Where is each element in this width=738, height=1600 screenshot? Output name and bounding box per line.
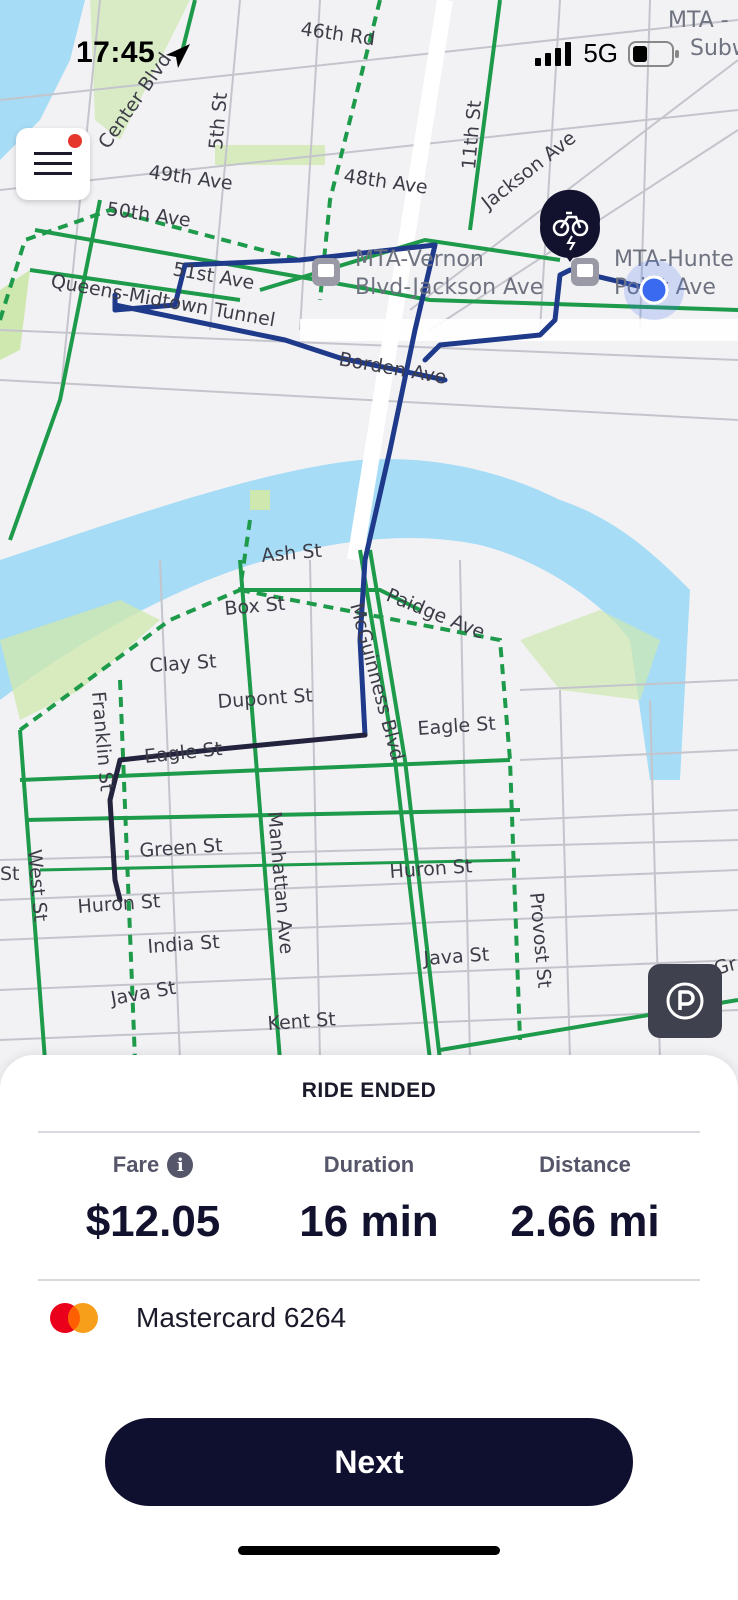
- poi-label: MTA-Vernon: [355, 247, 484, 272]
- distance-stat: Distance 2.66 mi: [485, 1151, 685, 1247]
- battery-icon: [628, 40, 679, 67]
- distance-value: 2.66 mi: [510, 1197, 660, 1246]
- mastercard-icon: [50, 1303, 98, 1333]
- distance-label: Distance: [539, 1152, 631, 1177]
- street-label: St: [0, 863, 20, 885]
- duration-label: Duration: [323, 1152, 415, 1177]
- network-type: 5G: [583, 38, 618, 68]
- parking-button[interactable]: [648, 964, 722, 1038]
- navigation-arrow-icon: [166, 44, 190, 68]
- divider: [38, 1131, 700, 1133]
- fare-stat: Fare i $12.05: [53, 1151, 253, 1247]
- duration-value: 16 min: [299, 1197, 439, 1246]
- status-time: 17:45: [76, 36, 156, 69]
- divider: [38, 1279, 700, 1281]
- status-bar: 17:45 5G: [0, 0, 738, 100]
- hamburger-menu-icon: [34, 152, 72, 175]
- payment-method-text: Mastercard 6264: [136, 1302, 347, 1333]
- home-indicator: [238, 1546, 500, 1555]
- street-label: Clay St: [149, 650, 217, 677]
- signal-bars-icon: [535, 41, 572, 66]
- duration-stat: Duration 16 min: [269, 1151, 469, 1247]
- ride-summary-sheet: RIDE ENDED Fare i $12.05 Duration 16 min…: [0, 1055, 738, 1600]
- fare-label: Fare: [112, 1152, 160, 1177]
- map-view[interactable]: 46th Rd Center Blvd 5th St 11th St 49th …: [0, 0, 738, 1060]
- fare-value: $12.05: [85, 1197, 221, 1246]
- street-label: Java St: [422, 943, 490, 970]
- notification-dot: [68, 134, 82, 148]
- ride-ended-title: RIDE ENDED: [301, 1079, 437, 1102]
- parking-icon: [666, 982, 704, 1020]
- info-icon[interactable]: i: [167, 1152, 194, 1178]
- current-location-icon: [624, 260, 684, 320]
- payment-method-row[interactable]: Mastercard 6264: [48, 1301, 346, 1335]
- next-button[interactable]: Next: [105, 1418, 633, 1506]
- menu-button[interactable]: [16, 128, 90, 200]
- poi-label: Blvd-Jackson Ave: [355, 275, 543, 300]
